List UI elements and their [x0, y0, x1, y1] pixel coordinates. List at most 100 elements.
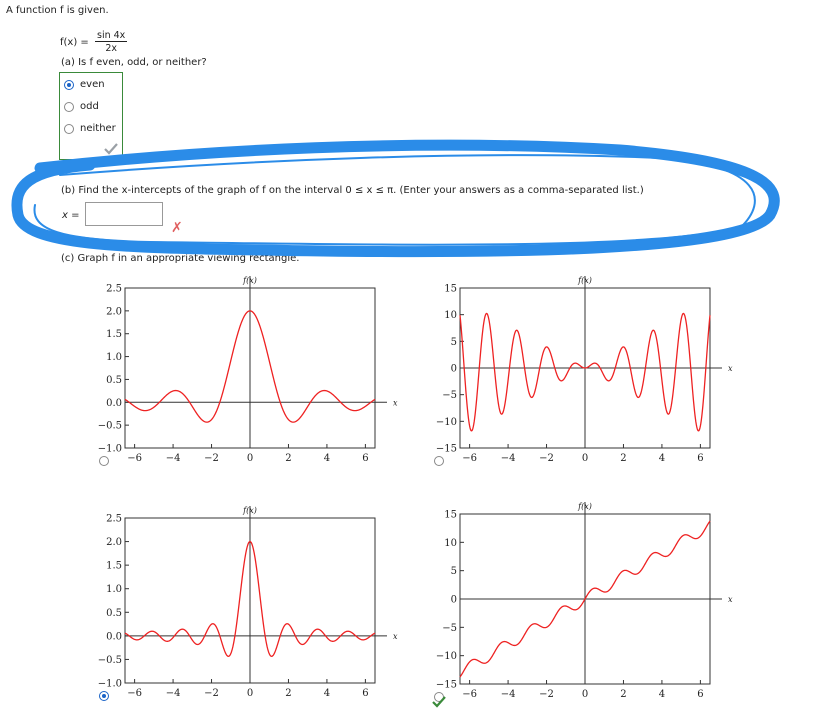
y-tick-label: 2.5	[106, 284, 122, 295]
y-tick-label: 15	[444, 510, 457, 521]
x-mark-icon: ✗	[171, 220, 183, 236]
check-icon	[432, 696, 446, 708]
option-neither[interactable]: neither	[64, 123, 116, 134]
x-tick-label: 4	[324, 453, 330, 464]
x-intercepts-input[interactable]	[85, 202, 163, 226]
x-tick-label: −4	[501, 689, 516, 700]
x-tick-label: 2	[285, 453, 291, 464]
x-equals-label: x =	[62, 210, 80, 221]
graph-option-1-radio[interactable]	[99, 456, 109, 466]
x-tick-label: 6	[697, 453, 703, 464]
x-tick-label: 2	[620, 689, 626, 700]
x-tick-label: 0	[582, 453, 588, 464]
part-b-question: (b) Find the x-intercepts of the graph o…	[61, 185, 644, 196]
x-tick-label: −2	[539, 689, 554, 700]
y-tick-label: 15	[444, 284, 457, 295]
x-tick-label: 6	[697, 689, 703, 700]
y-tick-label: −10	[436, 417, 457, 428]
x-tick-label: −4	[166, 453, 181, 464]
y-tick-label: 0.5	[106, 608, 122, 619]
y-tick-label: 2.0	[106, 537, 122, 548]
y-tick-label: 0.5	[106, 375, 122, 386]
y-tick-label: 10	[444, 538, 457, 549]
graph-1-svg: −6 −4 −2 0 2 4 6 2.5 2.0 1.5 1.0 0.5 0.0 −0.5 −1.0 f(x)…	[98, 276, 398, 464]
option-even-label: even	[80, 79, 105, 90]
x-tick-label: 0	[247, 453, 253, 464]
x-tick-label: −6	[127, 688, 142, 699]
graph-option-2-radio[interactable]	[434, 456, 444, 466]
x-tick-label: −2	[204, 453, 219, 464]
x-tick-label: 6	[362, 453, 368, 464]
x-tick-label: −2	[204, 688, 219, 699]
y-tick-label: 0	[451, 364, 457, 375]
function-denominator: 2x	[105, 43, 117, 54]
y-tick-label: −5	[442, 623, 457, 634]
radio-odd[interactable]	[64, 101, 74, 112]
function-lhs: f(x) =	[60, 37, 89, 48]
y-tick-label: −0.5	[98, 421, 122, 432]
x-tick-label: 0	[582, 689, 588, 700]
y-tick-label: −15	[436, 680, 457, 691]
option-odd[interactable]: odd	[64, 101, 99, 112]
x-axis-label: x	[728, 364, 733, 373]
function-numerator: sin 4x	[95, 30, 128, 42]
y-tick-label: 1.5	[106, 561, 122, 572]
x-tick-label: −2	[539, 453, 554, 464]
x-tick-label: 6	[362, 688, 368, 699]
y-tick-label: 10	[444, 310, 457, 321]
function-definition: f(x) = sin 4x 2x	[60, 30, 128, 54]
intro-text: A function f is given.	[6, 5, 109, 16]
check-icon	[104, 143, 118, 155]
graph-option-4[interactable]: −6 −4 −2 0 2 4 6 15 10 5 0 −5 −10 −15 f(x) x	[430, 494, 750, 704]
x-tick-label: 4	[324, 688, 330, 699]
x-tick-label: −6	[462, 453, 477, 464]
option-even[interactable]: even	[64, 79, 105, 90]
graph-option-1[interactable]: −6 −4 −2 0 2 4 6 2.5 2.0 1.5 1.0 0.5 0.0 −0.5 −1.0 f(x)…	[95, 268, 415, 468]
y-tick-label: 1.0	[106, 352, 122, 363]
graph-option-2[interactable]: −6 −4 −2 0 2 4 6 15 10 5 0 −5 −10 −15 f(x) x	[430, 268, 750, 468]
y-tick-label: 5	[451, 337, 457, 348]
x-tick-label: 0	[247, 688, 253, 699]
graph-3-svg: −6 −4 −2 0 2 4 6 2.5 2.0 1.5 1.0 0.5 0.0 −0.5 −1.0 f(x)…	[98, 506, 398, 699]
y-tick-label: 2.5	[106, 514, 122, 525]
x-tick-label: 4	[659, 453, 665, 464]
y-tick-label: −5	[442, 390, 457, 401]
x-axis-label: x	[393, 398, 398, 407]
option-neither-label: neither	[80, 123, 116, 134]
x-axis-label: x	[728, 595, 733, 604]
radio-neither[interactable]	[64, 123, 74, 134]
graph-option-3-radio[interactable]	[99, 691, 109, 701]
y-tick-label: 2.0	[106, 306, 122, 317]
part-a-choices: even odd neither	[59, 72, 123, 160]
y-tick-label: 0.0	[106, 631, 122, 642]
x-tick-label: −4	[166, 688, 181, 699]
x-tick-label: 2	[285, 688, 291, 699]
y-tick-label: −1.0	[98, 444, 122, 455]
part-a-question: (a) Is f even, odd, or neither?	[61, 57, 207, 68]
graph-option-3[interactable]: −6 −4 −2 0 2 4 6 2.5 2.0 1.5 1.0 0.5 0.0 −0.5 −1.0 f(x)…	[95, 498, 415, 703]
x-tick-label: 4	[659, 689, 665, 700]
y-tick-label: 1.0	[106, 584, 122, 595]
y-tick-label: 1.5	[106, 329, 122, 340]
graph-4-svg: −6 −4 −2 0 2 4 6 15 10 5 0 −5 −10 −15 f(x) x	[436, 502, 733, 700]
x-axis-label: x	[393, 632, 398, 641]
y-tick-label: −0.5	[98, 655, 122, 666]
function-fraction: sin 4x 2x	[95, 30, 128, 54]
radio-even[interactable]	[64, 79, 74, 90]
x-tick-label: −6	[127, 453, 142, 464]
y-tick-label: −15	[436, 444, 457, 455]
part-c-question: (c) Graph f in an appropriate viewing re…	[61, 253, 300, 264]
y-tick-label: 0	[451, 595, 457, 606]
x-tick-label: −6	[462, 689, 477, 700]
y-axis-label: f(x)	[577, 276, 592, 285]
x-tick-label: 2	[620, 453, 626, 464]
option-odd-label: odd	[80, 101, 99, 112]
y-tick-label: −10	[436, 651, 457, 662]
y-tick-label: 5	[451, 566, 457, 577]
y-axis-label: f(x)	[242, 506, 257, 515]
graph-2-svg: −6 −4 −2 0 2 4 6 15 10 5 0 −5 −10 −15 f(x) x	[436, 276, 733, 464]
y-tick-label: 0.0	[106, 398, 122, 409]
x-tick-label: −4	[501, 453, 516, 464]
y-tick-label: −1.0	[98, 679, 122, 690]
y-axis-label: f(x)	[577, 502, 592, 511]
